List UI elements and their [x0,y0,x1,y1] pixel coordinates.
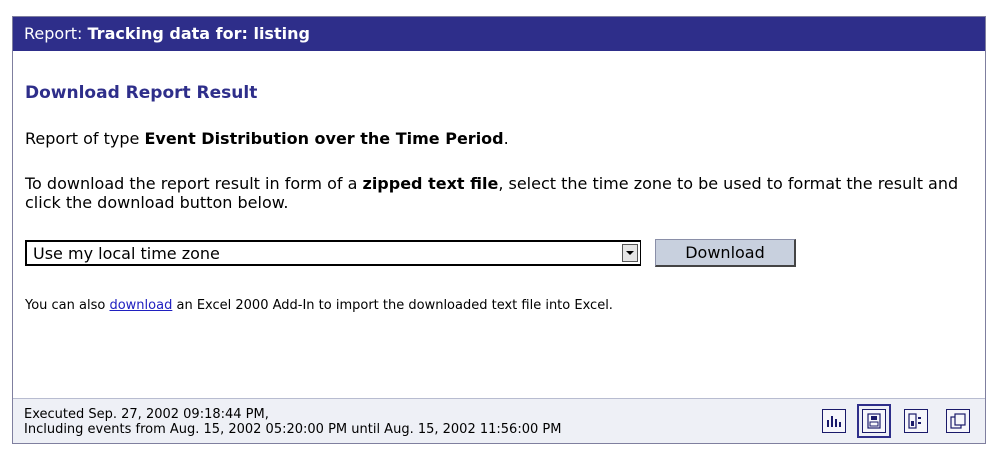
download-button[interactable]: Download [655,239,796,267]
instructions-file-type: zipped text file [362,174,499,193]
download-icon [862,409,886,433]
download-instructions: To download the report result in form of… [25,174,973,212]
report-type-name: Event Distribution over the Time Period [144,129,504,148]
timezone-selected-value: Use my local time zone [33,243,220,263]
title-prefix: Report: [24,24,88,43]
report-footer: Executed Sep. 27, 2002 09:18:44 PM, Incl… [13,398,985,443]
chart-icon [822,409,846,433]
report-type-prefix: Report of type [25,129,145,148]
report-toolbar [809,404,975,438]
excel-addin-download-link[interactable]: download [109,298,172,313]
report-type-suffix: . [503,129,509,148]
instructions-prefix: To download the report result in form of… [25,174,363,193]
download-controls: Use my local time zone Download [25,238,973,268]
report-type-text: Report of type Event Distribution over t… [25,129,973,148]
title-report-name: Tracking data for: listing [87,24,310,43]
timezone-select[interactable]: Use my local time zone [25,240,641,266]
chart-view-button[interactable] [817,404,851,438]
excel-note-suffix: an Excel 2000 Add-In to import the downl… [172,298,613,313]
report-title-bar: Report: Tracking data for: listing [13,17,985,51]
chevron-down-icon[interactable] [622,244,638,262]
report-content: Download Report Result Report of type Ev… [13,83,985,313]
report-panel: Report: Tracking data for: listing Downl… [12,16,986,444]
details-icon [904,409,928,433]
section-heading: Download Report Result [25,83,258,103]
copy-icon [946,409,970,433]
copy-view-button[interactable] [941,404,975,438]
details-view-button[interactable] [899,404,933,438]
excel-addin-note: You can also download an Excel 2000 Add-… [25,298,973,313]
excel-note-prefix: You can also [25,298,110,313]
download-view-button[interactable] [857,404,891,438]
